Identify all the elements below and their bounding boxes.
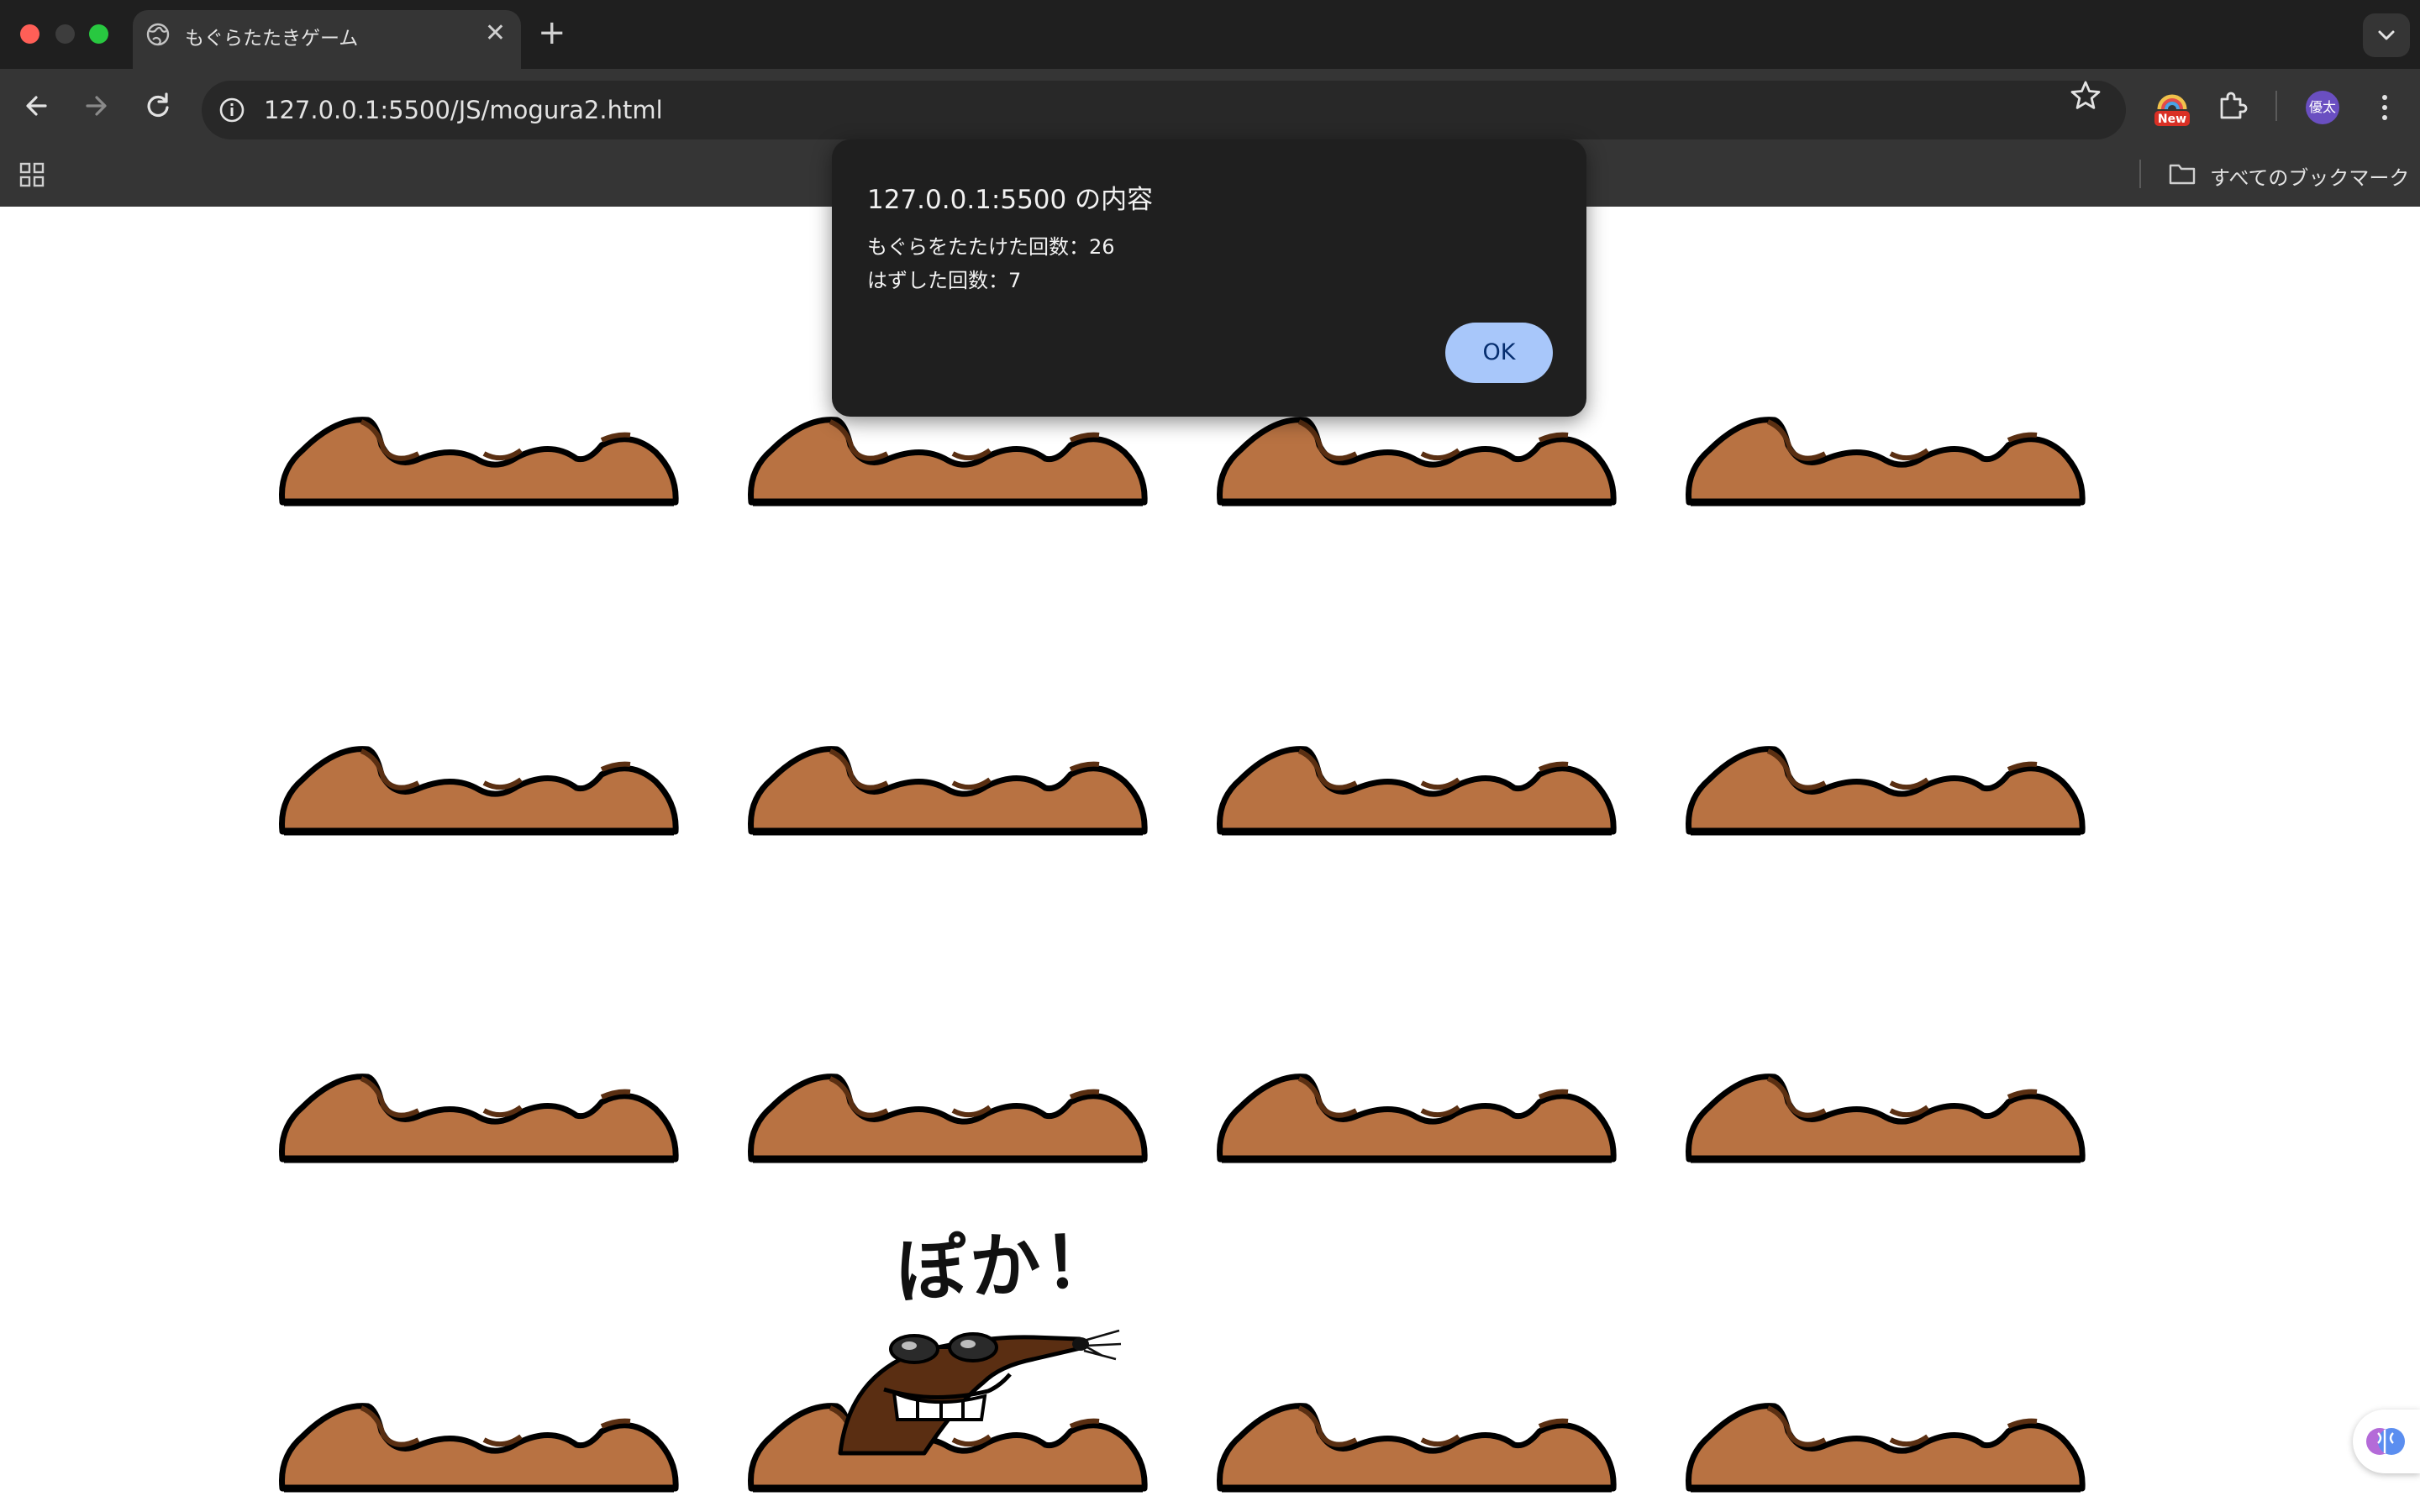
mole-hole[interactable] [277, 1398, 681, 1495]
ok-button[interactable]: OK [1445, 323, 1553, 383]
browser-window: { "browser": { "tab_title": "もぐらたたきゲーム",… [0, 0, 2420, 1512]
forward-icon[interactable] [72, 82, 119, 129]
tab-search-button[interactable] [2363, 13, 2410, 57]
mole-hole[interactable] [277, 412, 681, 509]
alert-dialog: 127.0.0.1:5500 の内容 もぐらをたたけた回数：26 はずした回数：… [832, 139, 1586, 417]
mole-hole[interactable] [746, 1068, 1150, 1166]
bookmark-star-icon[interactable] [2067, 77, 2104, 114]
url-text: 127.0.0.1:5500/JS/mogura2.html [264, 96, 663, 124]
mole-hole[interactable] [1684, 741, 2087, 838]
close-window-button[interactable] [20, 24, 39, 44]
extensions-puzzle-icon[interactable] [2215, 89, 2249, 123]
bookmarks-separator [2139, 160, 2141, 188]
toolbar-separator [2275, 91, 2277, 121]
site-info-icon[interactable] [217, 95, 247, 125]
mole-hole[interactable] [1684, 1398, 2087, 1495]
back-icon[interactable] [13, 82, 60, 129]
extension-badge-text: New [2158, 113, 2186, 126]
mole-character[interactable] [790, 1310, 1210, 1462]
mole-hole[interactable] [746, 741, 1150, 838]
folder-icon [2169, 164, 2196, 185]
all-bookmarks-link[interactable]: すべてのブックマーク [2210, 161, 2409, 191]
mole-hole[interactable] [277, 1068, 681, 1166]
address-bar[interactable]: 127.0.0.1:5500/JS/mogura2.html [202, 81, 2126, 139]
profile-avatar[interactable]: 優太 [2306, 91, 2339, 124]
chevron-down-icon [2378, 30, 2395, 40]
maximize-window-button[interactable] [89, 24, 108, 44]
tab-close-icon[interactable]: ✕ [485, 18, 506, 49]
mole-hole[interactable] [1684, 1068, 2087, 1166]
alert-misses-line: はずした回数：7 [867, 269, 1022, 292]
mole-hole[interactable] [277, 741, 681, 838]
more-menu-icon[interactable] [2378, 91, 2391, 124]
mole-hole[interactable] [1215, 741, 1618, 838]
extension-new-icon[interactable]: New [2153, 89, 2191, 128]
alert-hits-line: もぐらをたたけた回数：26 [867, 235, 1115, 259]
tab-strip: もぐらたたきゲーム ✕ + [0, 0, 2420, 69]
new-tab-button[interactable]: + [538, 12, 566, 54]
brain-icon [2366, 1428, 2405, 1455]
assistant-side-button[interactable] [2353, 1410, 2420, 1473]
mole-hole[interactable] [1215, 412, 1618, 509]
apps-grid-icon[interactable] [18, 161, 45, 188]
tab-active[interactable]: もぐらたたきゲーム ✕ [133, 10, 521, 69]
alert-title: 127.0.0.1:5500 の内容 [867, 185, 1154, 215]
mole-hole[interactable] [1215, 1068, 1618, 1166]
hit-text: ぽか！ [893, 1219, 1120, 1313]
reload-icon[interactable] [134, 82, 182, 129]
mole-hole[interactable] [1215, 1398, 1618, 1495]
tab-title: もぐらたたきゲーム [185, 28, 359, 50]
minimize-window-button[interactable] [55, 24, 75, 44]
globe-icon [146, 23, 170, 46]
mole-hole[interactable] [1684, 412, 2087, 509]
mole-hole[interactable] [746, 412, 1150, 509]
